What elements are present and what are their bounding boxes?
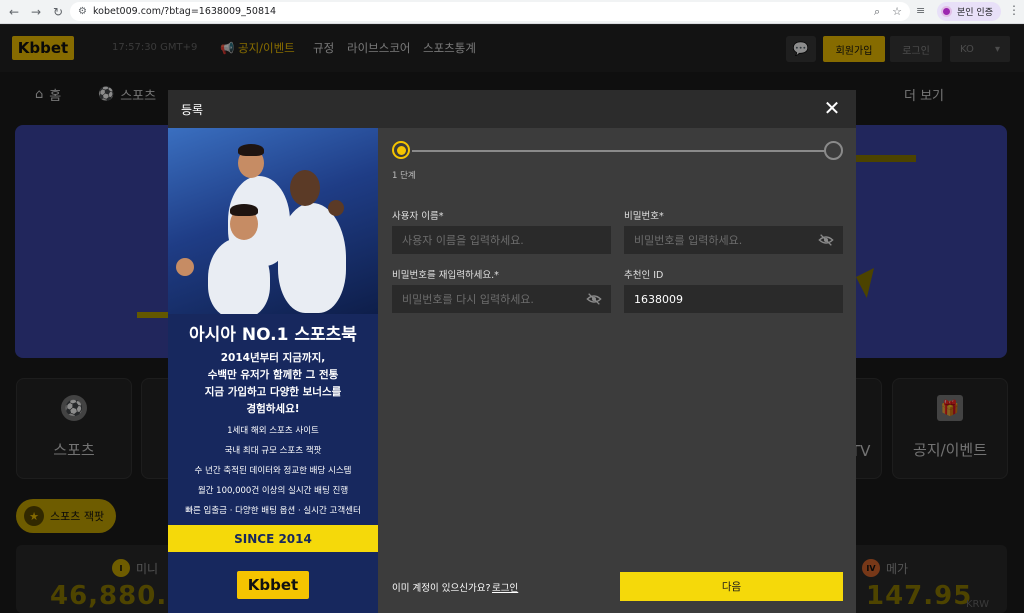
stepper-track [412,150,832,152]
players-photo [168,128,378,314]
media-control-icon[interactable]: ≡ [916,4,925,17]
player-fist [328,200,344,216]
registration-modal: 등록 ✕ 아시아 NO.1 스포츠북 2014년부터 지금까지, 수백만 유저가… [168,90,856,613]
referral-label: 추천인 ID [624,270,664,281]
promo-logo: Kbbet [237,571,309,599]
bookmark-star-icon[interactable]: ☆ [892,5,902,19]
step-indicator-current [392,141,410,159]
account-question: 이미 계정이 있으신가요? [392,583,491,594]
eye-off-icon[interactable] [818,234,834,246]
address-bar[interactable]: ⚙ kobet009.com/?btag=1638009_50814 ⌕ ☆ [70,2,910,21]
close-icon[interactable]: ✕ [822,98,842,118]
url-text: kobet009.com/?btag=1638009_50814 [92,6,277,17]
promo-feature: 1세대 해외 스포츠 사이트 [227,426,319,436]
since-banner: SINCE 2014 [168,525,378,552]
profile-avatar-icon [941,6,952,17]
promo-panel: 아시아 NO.1 스포츠북 2014년부터 지금까지, 수백만 유저가 함께한 … [168,128,378,613]
reload-icon[interactable]: ↻ [47,1,69,23]
zoom-icon[interactable]: ⌕ [874,5,880,19]
browser-menu-icon[interactable]: ⋮ [1008,3,1020,17]
identity-verification-button[interactable]: 본인 인증 [937,2,1001,21]
promo-intro: 2014년부터 지금까지, 수백만 유저가 함께한 그 전통 지금 가입하고 다… [204,352,342,415]
promo-feature: 수 년간 축적된 데이터와 정교한 배당 시스템 [194,466,352,476]
referral-input[interactable] [624,285,843,313]
browser-toolbar: ← → ↻ ⚙ kobet009.com/?btag=1638009_50814… [0,0,1024,24]
modal-header: 등록 ✕ [168,90,856,128]
eye-off-icon[interactable] [586,293,602,305]
promo-feature: 국내 최대 규모 스포츠 잭팟 [224,446,322,456]
username-label: 사용자 이름* [392,211,444,222]
site-settings-icon[interactable]: ⚙ [78,6,87,17]
next-button[interactable]: 다음 [620,572,843,601]
password-label: 비밀번호* [624,211,664,222]
step-indicator-next [824,141,843,160]
login-link[interactable]: 로그인 [492,580,518,594]
player-hair [238,144,264,156]
verify-label: 본인 인증 [957,8,993,18]
promo-feature: 빠른 입출금 · 다양한 배팅 옵션 · 실시간 고객센터 [185,506,361,516]
player-head [290,170,320,206]
password-confirm-input[interactable] [392,285,611,313]
player-fist [176,258,194,276]
password-input[interactable] [624,226,843,254]
back-arrow-icon[interactable]: ← [3,1,25,23]
player-shirt [208,238,270,314]
password-confirm-label: 비밀번호를 재입력하세요.* [392,270,499,281]
step-label: 1 단계 [392,171,416,181]
promo-headline: 아시아 NO.1 스포츠북 [189,325,357,345]
player-shirt [278,203,346,313]
modal-title: 등록 [181,103,204,117]
player-hair [230,204,258,216]
username-input[interactable] [392,226,611,254]
promo-feature: 월간 100,000건 이상의 실시간 배팅 진행 [197,486,349,496]
forward-arrow-icon[interactable]: → [25,1,47,23]
